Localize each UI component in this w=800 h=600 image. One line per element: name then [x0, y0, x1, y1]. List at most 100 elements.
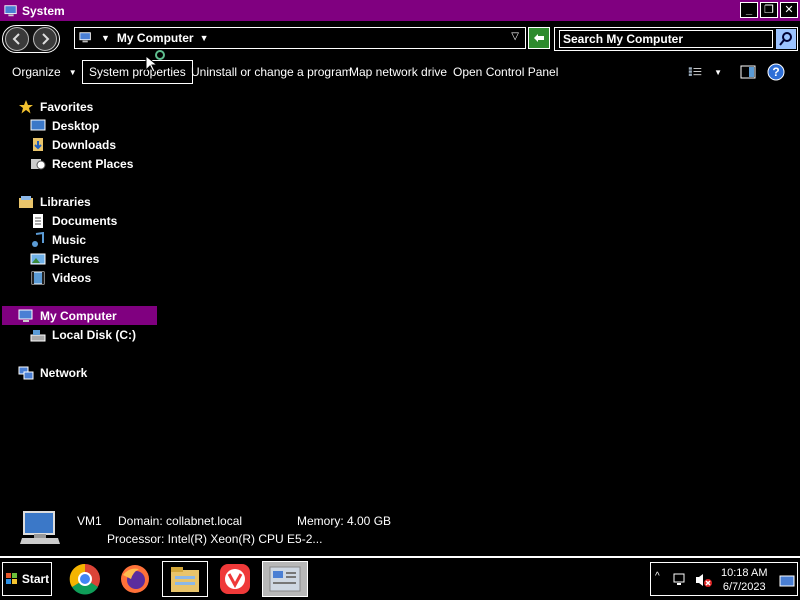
processor-value: Processor: Intel(R) Xeon(R) CPU E5-2...	[107, 532, 323, 546]
nav-recent-places[interactable]: Recent Places	[30, 154, 133, 173]
command-bar: Organize ▼ System properties Uninstall o…	[0, 50, 800, 86]
firefox-icon	[121, 565, 149, 593]
nav-label: Music	[52, 232, 87, 247]
taskbar-system[interactable]	[262, 561, 308, 597]
nav-label: Network	[40, 365, 88, 380]
chrome-icon	[69, 563, 100, 595]
taskbar-chrome[interactable]	[62, 561, 108, 597]
hard-drive-icon	[30, 329, 46, 341]
desktop-icon	[30, 119, 46, 130]
show-hidden-icons-icon[interactable]: ^	[655, 571, 660, 582]
network-status-icon[interactable]	[673, 573, 689, 587]
control-panel-label: Open Control Panel	[453, 65, 559, 79]
computer-icon	[4, 4, 17, 16]
taskbar: Start ^ 10:18 AM 6/7/2023	[0, 556, 800, 600]
computer-icon	[79, 32, 91, 43]
volume-muted-icon[interactable]	[695, 572, 713, 588]
file-explorer-icon	[171, 567, 199, 592]
busy-cursor-icon	[145, 50, 165, 73]
nav-documents[interactable]: Documents	[30, 211, 117, 230]
window-controls: _ ❐ ✕	[740, 2, 798, 18]
chevron-down-icon[interactable]: ▼	[200, 33, 209, 43]
computer-icon	[18, 309, 33, 322]
nav-pictures[interactable]: Pictures	[30, 249, 99, 268]
preview-pane-icon	[740, 65, 756, 79]
pictures-icon	[30, 253, 46, 264]
map-network-drive-button[interactable]: Map network drive	[349, 60, 447, 84]
nav-desktop[interactable]: Desktop	[30, 116, 99, 135]
svg-text:?: ?	[772, 65, 779, 79]
search-button[interactable]	[776, 29, 796, 49]
view-options-button[interactable]: ▼	[688, 62, 722, 82]
title-bar[interactable]: System _ ❐ ✕	[0, 0, 800, 21]
view-options-icon	[688, 67, 702, 76]
nav-label: Local Disk (C:)	[52, 327, 137, 342]
nav-label: Favorites	[40, 99, 94, 114]
nav-label: Desktop	[52, 118, 100, 133]
maximize-button[interactable]: ❐	[760, 2, 778, 18]
address-history-dropdown-icon[interactable]: ▽	[511, 31, 519, 42]
star-icon	[19, 99, 33, 113]
nav-my-computer[interactable]: My Computer	[2, 306, 157, 325]
nav-label: Pictures	[52, 251, 100, 266]
nav-favorites[interactable]: Favorites	[18, 97, 93, 116]
breadcrumb-my-computer[interactable]: My Computer	[117, 31, 194, 45]
nav-local-disk[interactable]: Local Disk (C:)	[30, 325, 136, 344]
recent-places-icon	[31, 158, 46, 169]
taskbar-firefox[interactable]	[112, 561, 158, 597]
nav-label: Downloads	[52, 137, 117, 152]
clock[interactable]: 10:18 AM 6/7/2023	[721, 566, 767, 594]
nav-downloads[interactable]: Downloads	[30, 135, 116, 154]
computer-name: VM1	[77, 514, 102, 528]
search-input[interactable]	[559, 30, 773, 48]
taskbar-file-explorer[interactable]	[162, 561, 208, 597]
search-box	[554, 27, 798, 51]
close-button[interactable]: ✕	[780, 2, 798, 18]
system-window-icon	[269, 566, 301, 592]
nav-libraries[interactable]: Libraries	[18, 192, 91, 211]
chevron-down-icon: ▼	[714, 67, 722, 77]
nav-buttons	[2, 25, 60, 53]
uninstall-program-button[interactable]: Uninstall or change a program	[191, 60, 352, 84]
organize-menu[interactable]: Organize ▼	[12, 60, 77, 84]
uninstall-label: Uninstall or change a program	[191, 65, 352, 79]
clock-time: 10:18 AM	[721, 567, 768, 579]
start-label: Start	[21, 572, 50, 586]
breadcrumb-separator-icon[interactable]: ▼	[101, 33, 110, 43]
music-icon	[32, 231, 44, 247]
refresh-button[interactable]	[528, 27, 550, 49]
nav-music[interactable]: Music	[30, 230, 86, 249]
system-properties-button[interactable]: System properties	[82, 60, 193, 84]
nav-label: My Computer	[40, 308, 117, 323]
downloads-icon	[33, 137, 43, 151]
magnifier-icon	[779, 32, 792, 46]
nav-videos[interactable]: Videos	[30, 268, 91, 287]
nav-network[interactable]: Network	[18, 363, 87, 382]
taskbar-vivaldi[interactable]	[212, 561, 258, 597]
organize-label: Organize	[12, 65, 61, 79]
clock-date: 6/7/2023	[722, 581, 766, 593]
forward-button[interactable]	[33, 27, 57, 51]
vivaldi-icon	[220, 564, 250, 594]
details-pane: VM1 Domain: collabnet.local Memory: 4.00…	[0, 504, 800, 554]
back-button[interactable]	[5, 27, 29, 51]
address-bar[interactable]: ▼ My Computer ▼ ▽	[74, 27, 526, 49]
minimize-button[interactable]: _	[740, 2, 758, 18]
domain-value: Domain: collabnet.local	[118, 514, 243, 528]
navigation-pane: Favorites Desktop Downloads Recent Place…	[0, 92, 160, 502]
start-button[interactable]: Start	[2, 562, 52, 596]
nav-label: Videos	[52, 270, 92, 285]
forward-arrow-icon	[42, 33, 50, 45]
show-desktop-icon[interactable]	[779, 575, 795, 589]
nav-label: Documents	[52, 213, 118, 228]
system-tray: ^ 10:18 AM 6/7/2023	[650, 562, 798, 596]
libraries-icon	[19, 195, 33, 208]
help-button[interactable]: ?	[766, 62, 786, 82]
refresh-icon	[534, 34, 544, 42]
computer-icon	[20, 511, 60, 544]
preview-pane-button[interactable]	[738, 62, 758, 82]
chevron-down-icon: ▼	[68, 67, 77, 77]
nav-label: Recent Places	[52, 156, 134, 171]
help-icon: ?	[767, 63, 785, 81]
open-control-panel-button[interactable]: Open Control Panel	[453, 60, 558, 84]
